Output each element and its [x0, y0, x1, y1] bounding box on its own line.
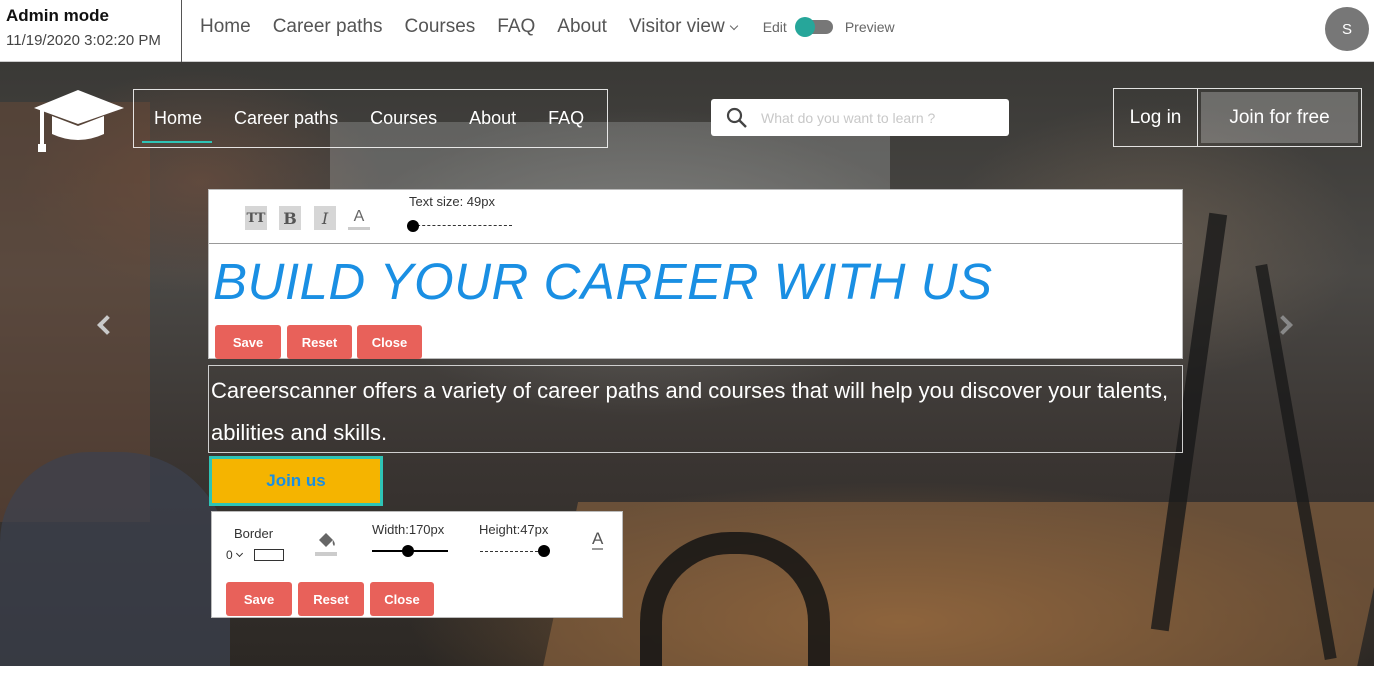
height-label: Height:47px [479, 522, 549, 537]
width-label: Width:170px [372, 522, 445, 537]
admin-info: Admin mode 11/19/2020 3:02:20 PM [0, 0, 182, 62]
site-nav-about[interactable]: About [469, 108, 516, 129]
login-button[interactable]: Log in [1114, 89, 1198, 146]
text-size-slider[interactable] [412, 225, 512, 227]
edit-label: Edit [762, 19, 787, 35]
site-nav-career-paths[interactable]: Career paths [234, 108, 338, 129]
join-for-free-button[interactable]: Join for free [1201, 92, 1358, 143]
search-input[interactable] [761, 109, 991, 126]
chevron-down-icon [729, 21, 738, 31]
admin-nav-career-paths[interactable]: Career paths [273, 16, 383, 38]
button-save-button[interactable]: Save [226, 582, 292, 616]
search-icon[interactable] [725, 106, 749, 130]
font-color-icon[interactable]: A [348, 206, 370, 230]
admin-timestamp: 11/19/2020 3:02:20 PM [6, 32, 161, 49]
admin-bar: Admin mode 11/19/2020 3:02:20 PM Home Ca… [0, 0, 1374, 62]
site-nav: Home Career paths Courses About FAQ [133, 89, 608, 148]
toggle-knob [794, 17, 815, 37]
button-editor: Border 0 Width:170px Height:47px A Save … [211, 511, 623, 618]
border-swatch[interactable] [254, 549, 284, 561]
site-nav-courses[interactable]: Courses [370, 108, 437, 129]
hero-section: Home Career paths Courses About FAQ Log … [0, 62, 1374, 666]
bold-icon[interactable]: B [279, 206, 301, 230]
chevron-down-icon [235, 549, 243, 558]
height-slider-knob[interactable] [538, 545, 550, 557]
border-width-value: 0 [226, 548, 233, 562]
border-label: Border [234, 526, 274, 541]
avatar-initial: S [1341, 20, 1352, 38]
font-color-icon[interactable]: A [592, 530, 604, 550]
text-toolbar: TT B I A Text size: 49px [209, 190, 1182, 244]
text-size-icon[interactable]: TT [245, 206, 267, 230]
edit-preview-toggle[interactable] [794, 17, 833, 37]
title-editor: TT B I A Text size: 49px BUILD YOUR CARE… [208, 189, 1183, 359]
page-bottom-strip [0, 666, 1374, 680]
site-nav-home[interactable]: Home [141, 108, 213, 143]
button-close-button[interactable]: Close [370, 582, 434, 616]
title-close-button[interactable]: Close [357, 325, 422, 359]
text-size-slider-knob[interactable] [407, 220, 419, 232]
site-nav-faq[interactable]: FAQ [548, 108, 584, 129]
graduation-cap-logo[interactable] [28, 84, 128, 154]
admin-nav-home[interactable]: Home [200, 16, 251, 38]
border-width-select[interactable]: 0 [226, 548, 243, 562]
text-size-label: Text size: 49px [409, 194, 495, 209]
background-chair [0, 452, 230, 666]
title-save-button[interactable]: Save [215, 325, 281, 359]
admin-nav-courses[interactable]: Courses [405, 16, 476, 38]
subtitle-box: Careerscanner offers a variety of career… [208, 365, 1183, 453]
title-reset-button[interactable]: Reset [287, 325, 352, 359]
hero-subtitle[interactable]: Careerscanner offers a variety of career… [211, 370, 1180, 454]
admin-mode-label: Admin mode [6, 6, 109, 25]
button-reset-button[interactable]: Reset [298, 582, 364, 616]
preview-label: Preview [844, 19, 895, 35]
fill-color-icon[interactable] [314, 528, 338, 558]
join-us-button[interactable]: Join us [209, 456, 383, 506]
visitor-view-label: Visitor view [628, 16, 725, 37]
width-slider-knob[interactable] [402, 545, 414, 557]
admin-nav-about[interactable]: About [557, 16, 607, 38]
hero-title[interactable]: BUILD YOUR CAREER WITH US [213, 252, 993, 311]
admin-nav: Home Career paths Courses FAQ About Visi… [200, 16, 905, 38]
italic-icon[interactable]: I [314, 206, 336, 230]
search-box [711, 99, 1009, 136]
visitor-view-dropdown[interactable]: Visitor view [628, 16, 738, 38]
auth-box: Log in Join for free [1113, 88, 1362, 147]
avatar[interactable]: S [1325, 7, 1369, 51]
admin-nav-faq[interactable]: FAQ [497, 16, 535, 38]
